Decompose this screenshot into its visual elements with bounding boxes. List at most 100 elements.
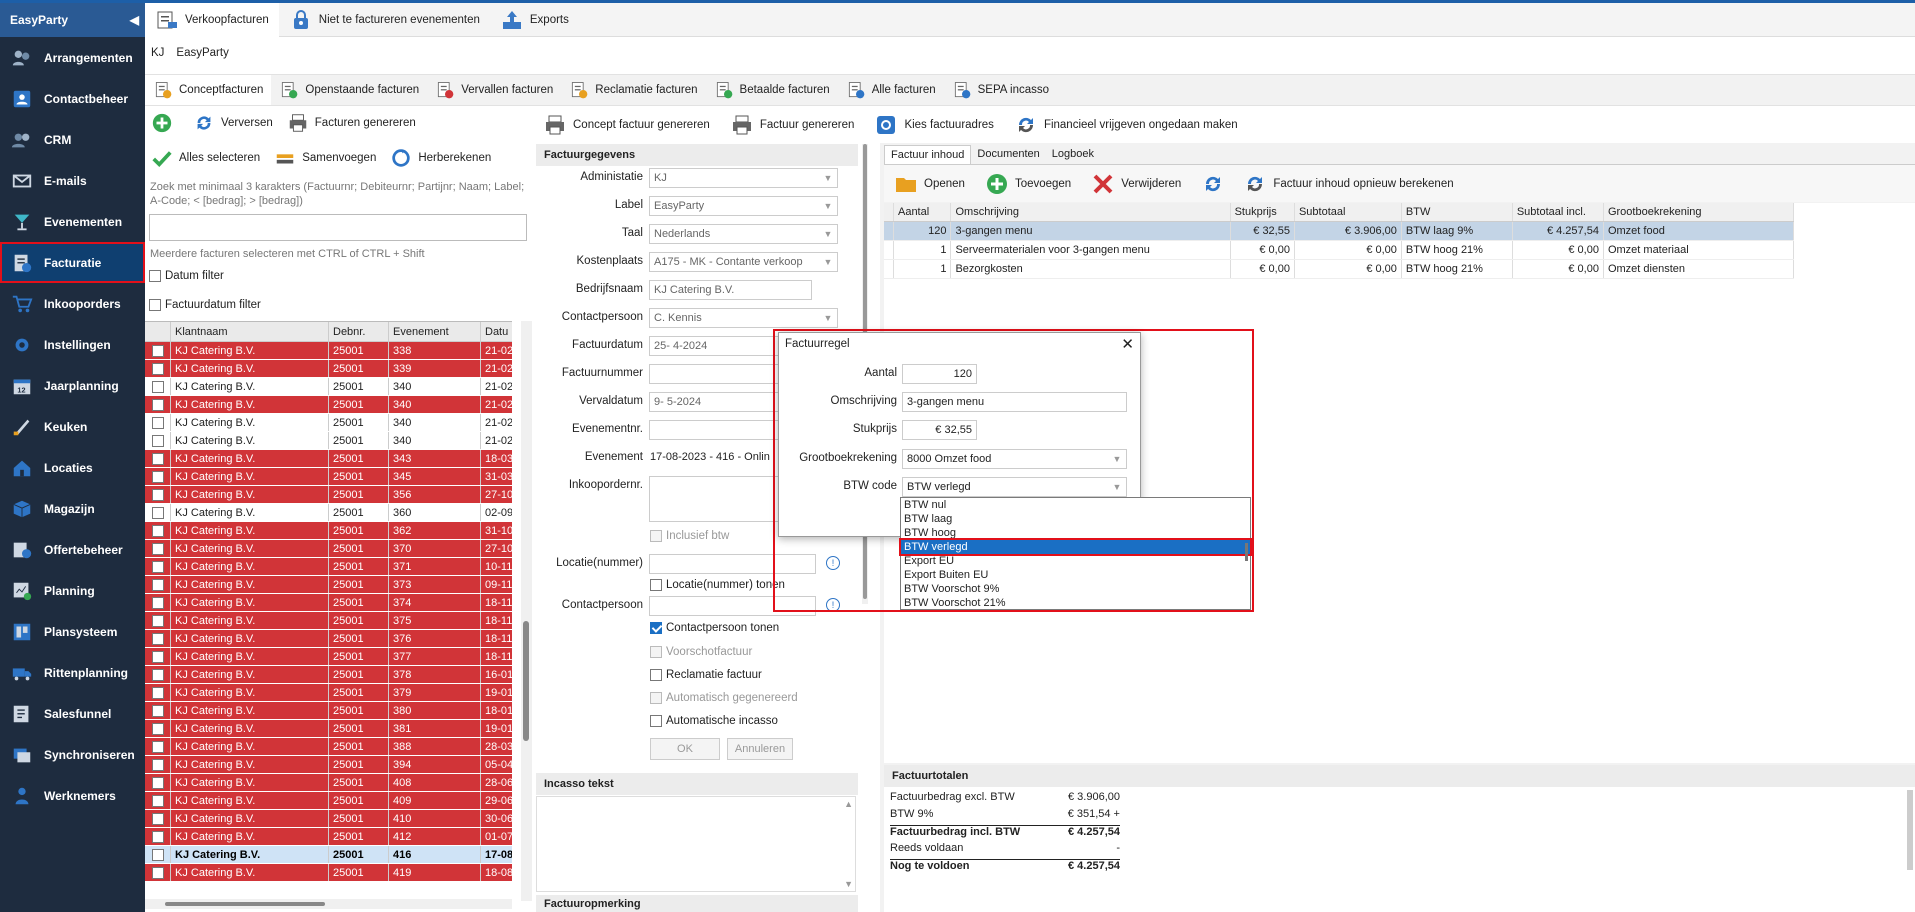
checkbox[interactable]	[650, 579, 662, 591]
invoice-date-filter[interactable]: Factuurdatum filter	[149, 299, 261, 311]
column-header[interactable]: Subtotaal incl.	[1513, 203, 1604, 221]
sidebar-item-locaties[interactable]: Locaties	[0, 447, 145, 488]
row-checkbox[interactable]	[151, 380, 164, 393]
table-row[interactable]: KJ Catering B.V. 25001 412 01-07	[145, 828, 512, 846]
search-input[interactable]	[149, 214, 527, 241]
sidebar-item-inkooporders[interactable]: Inkooporders	[0, 283, 145, 324]
column-header[interactable]: Subtotaal	[1295, 203, 1402, 221]
row-checkbox[interactable]	[151, 470, 164, 483]
sidebar-item-salesfunnel[interactable]: Salesfunnel	[0, 693, 145, 734]
recalculate-content-button[interactable]: Factuur inhoud opnieuw berekenen	[1233, 167, 1463, 201]
chevron-down-icon[interactable]: ▼	[819, 197, 837, 215]
grid-scrollbar[interactable]	[521, 321, 532, 901]
tab-exports[interactable]: Exports	[490, 3, 579, 37]
row-checkbox[interactable]	[151, 416, 164, 429]
row-checkbox[interactable]	[151, 686, 164, 699]
undo-release-button[interactable]: Financieel vrijgeven ongedaan maken	[1004, 108, 1248, 142]
chevron-down-icon[interactable]: ▼	[819, 253, 837, 271]
row-checkbox[interactable]	[151, 776, 164, 789]
row-checkbox[interactable]	[151, 848, 164, 861]
table-row[interactable]: KJ Catering B.V. 25001 340 21-02	[145, 432, 512, 450]
table-row[interactable]: KJ Catering B.V. 25001 343 18-03	[145, 450, 512, 468]
table-row[interactable]: KJ Catering B.V. 25001 340 21-02	[145, 378, 512, 396]
row-select[interactable]	[145, 486, 171, 503]
row-select[interactable]	[145, 666, 171, 683]
column-header[interactable]: Evenement	[389, 322, 481, 341]
table-row[interactable]: 1 Bezorgkosten € 0,00 € 0,00 BTW hoog 21% € 0…	[884, 260, 1795, 279]
row-checkbox[interactable]	[151, 830, 164, 843]
column-header[interactable]: Datu	[481, 322, 512, 341]
row-select[interactable]	[145, 810, 171, 827]
column-header[interactable]: Stukprijs	[1231, 203, 1295, 221]
tab-logboek[interactable]: Logboek	[1046, 145, 1100, 164]
row-select[interactable]	[145, 792, 171, 809]
chevron-down-icon[interactable]: ▼	[819, 225, 837, 243]
row-checkbox[interactable]	[151, 560, 164, 573]
sidebar-item-offertebeheer[interactable]: Offertebeheer	[0, 529, 145, 570]
row-select[interactable]	[145, 756, 171, 773]
aantal-input[interactable]: 120	[902, 364, 977, 384]
row-checkbox[interactable]	[151, 794, 164, 807]
omschrijving-input[interactable]: 3-gangen menu	[902, 392, 1127, 412]
close-icon[interactable]: ✕	[1121, 335, 1134, 353]
row-select[interactable]	[145, 846, 171, 863]
table-row[interactable]: KJ Catering B.V. 25001 380 18-01	[145, 702, 512, 720]
table-row[interactable]: KJ Catering B.V. 25001 362 31-10	[145, 522, 512, 540]
row-checkbox[interactable]	[151, 650, 164, 663]
row-select[interactable]	[145, 738, 171, 755]
row-select[interactable]	[145, 414, 171, 431]
row-checkbox[interactable]	[151, 542, 164, 555]
grid-hscrollbar[interactable]	[145, 899, 512, 909]
table-row[interactable]: KJ Catering B.V. 25001 345 31-03	[145, 468, 512, 486]
row-select[interactable]	[145, 612, 171, 629]
row-checkbox[interactable]	[151, 362, 164, 375]
table-row[interactable]: 1 Serveermaterialen voor 3-gangen menu € 0…	[884, 241, 1795, 260]
row-checkbox[interactable]	[151, 722, 164, 735]
row-select[interactable]	[145, 522, 171, 539]
row-checkbox[interactable]	[151, 452, 164, 465]
checkbox-reclamatie[interactable]: Reclamatie factuur	[650, 669, 762, 681]
column-header[interactable]: Klantnaam	[171, 322, 329, 341]
chevron-down-icon[interactable]: ▼	[1108, 478, 1126, 496]
reload-button[interactable]	[1191, 167, 1233, 201]
stukprijs-input[interactable]: € 32,55	[902, 420, 977, 440]
checkbox[interactable]	[650, 669, 662, 681]
bedrijfsnaam-input[interactable]: KJ Catering B.V.	[649, 280, 812, 300]
contactpersoon-input[interactable]: C. Kennis ▼	[649, 308, 838, 328]
collapse-icon[interactable]: ◀	[130, 13, 139, 27]
row-select[interactable]	[145, 396, 171, 413]
tab-vervallen-facturen[interactable]: Vervallen facturen	[427, 75, 561, 105]
sidebar-item-rittenplanning[interactable]: Rittenplanning	[0, 652, 145, 693]
recalculate-button[interactable]: Herberekenen	[390, 147, 491, 169]
row-select[interactable]	[145, 576, 171, 593]
row-checkbox[interactable]	[151, 866, 164, 879]
sidebar-item-contactbeheer[interactable]: Contactbeheer	[0, 78, 145, 119]
table-row[interactable]: KJ Catering B.V. 25001 409 29-06	[145, 792, 512, 810]
generate-invoices-button[interactable]: Facturen genereren	[287, 112, 416, 134]
table-row[interactable]: KJ Catering B.V. 25001 408 28-06	[145, 774, 512, 792]
sidebar-item-crm[interactable]: CRM	[0, 119, 145, 160]
table-row[interactable]: KJ Catering B.V. 25001 371 10-11	[145, 558, 512, 576]
sidebar-item-evenementen[interactable]: Evenementen	[0, 201, 145, 242]
delete-button[interactable]: Verwijderen	[1081, 167, 1191, 201]
table-row[interactable]: 120 3-gangen menu € 32,55 € 3.906,00 BTW laa…	[884, 222, 1795, 241]
sidebar-header[interactable]: EasyParty ◀	[0, 3, 145, 37]
checkbox-contact_tonen[interactable]: Contactpersoon tonen	[650, 622, 779, 634]
sidebar-item-e-mails[interactable]: E-mails	[0, 160, 145, 201]
row-checkbox[interactable]	[151, 344, 164, 357]
table-row[interactable]: KJ Catering B.V. 25001 410 30-06	[145, 810, 512, 828]
row-select[interactable]	[145, 540, 171, 557]
sidebar-item-plansysteem[interactable]: Plansysteem	[0, 611, 145, 652]
table-row[interactable]: KJ Catering B.V. 25001 394 05-04	[145, 756, 512, 774]
row-checkbox[interactable]	[151, 506, 164, 519]
row-checkbox[interactable]	[151, 524, 164, 537]
btw-option[interactable]: BTW laag	[901, 512, 1250, 526]
crumb-code[interactable]: KJ	[145, 47, 170, 59]
column-header[interactable]: BTW	[1402, 203, 1513, 221]
row-select[interactable]	[145, 702, 171, 719]
incasso-text[interactable]: ▲ ▼	[536, 796, 856, 892]
tab-reclamatie-facturen[interactable]: Reclamatie facturen	[561, 75, 705, 105]
btw-option[interactable]: BTW verlegd	[899, 538, 1252, 556]
add-line-button[interactable]: Toevoegen	[975, 167, 1081, 201]
checkbox-auto_incasso[interactable]: Automatische incasso	[650, 715, 778, 727]
